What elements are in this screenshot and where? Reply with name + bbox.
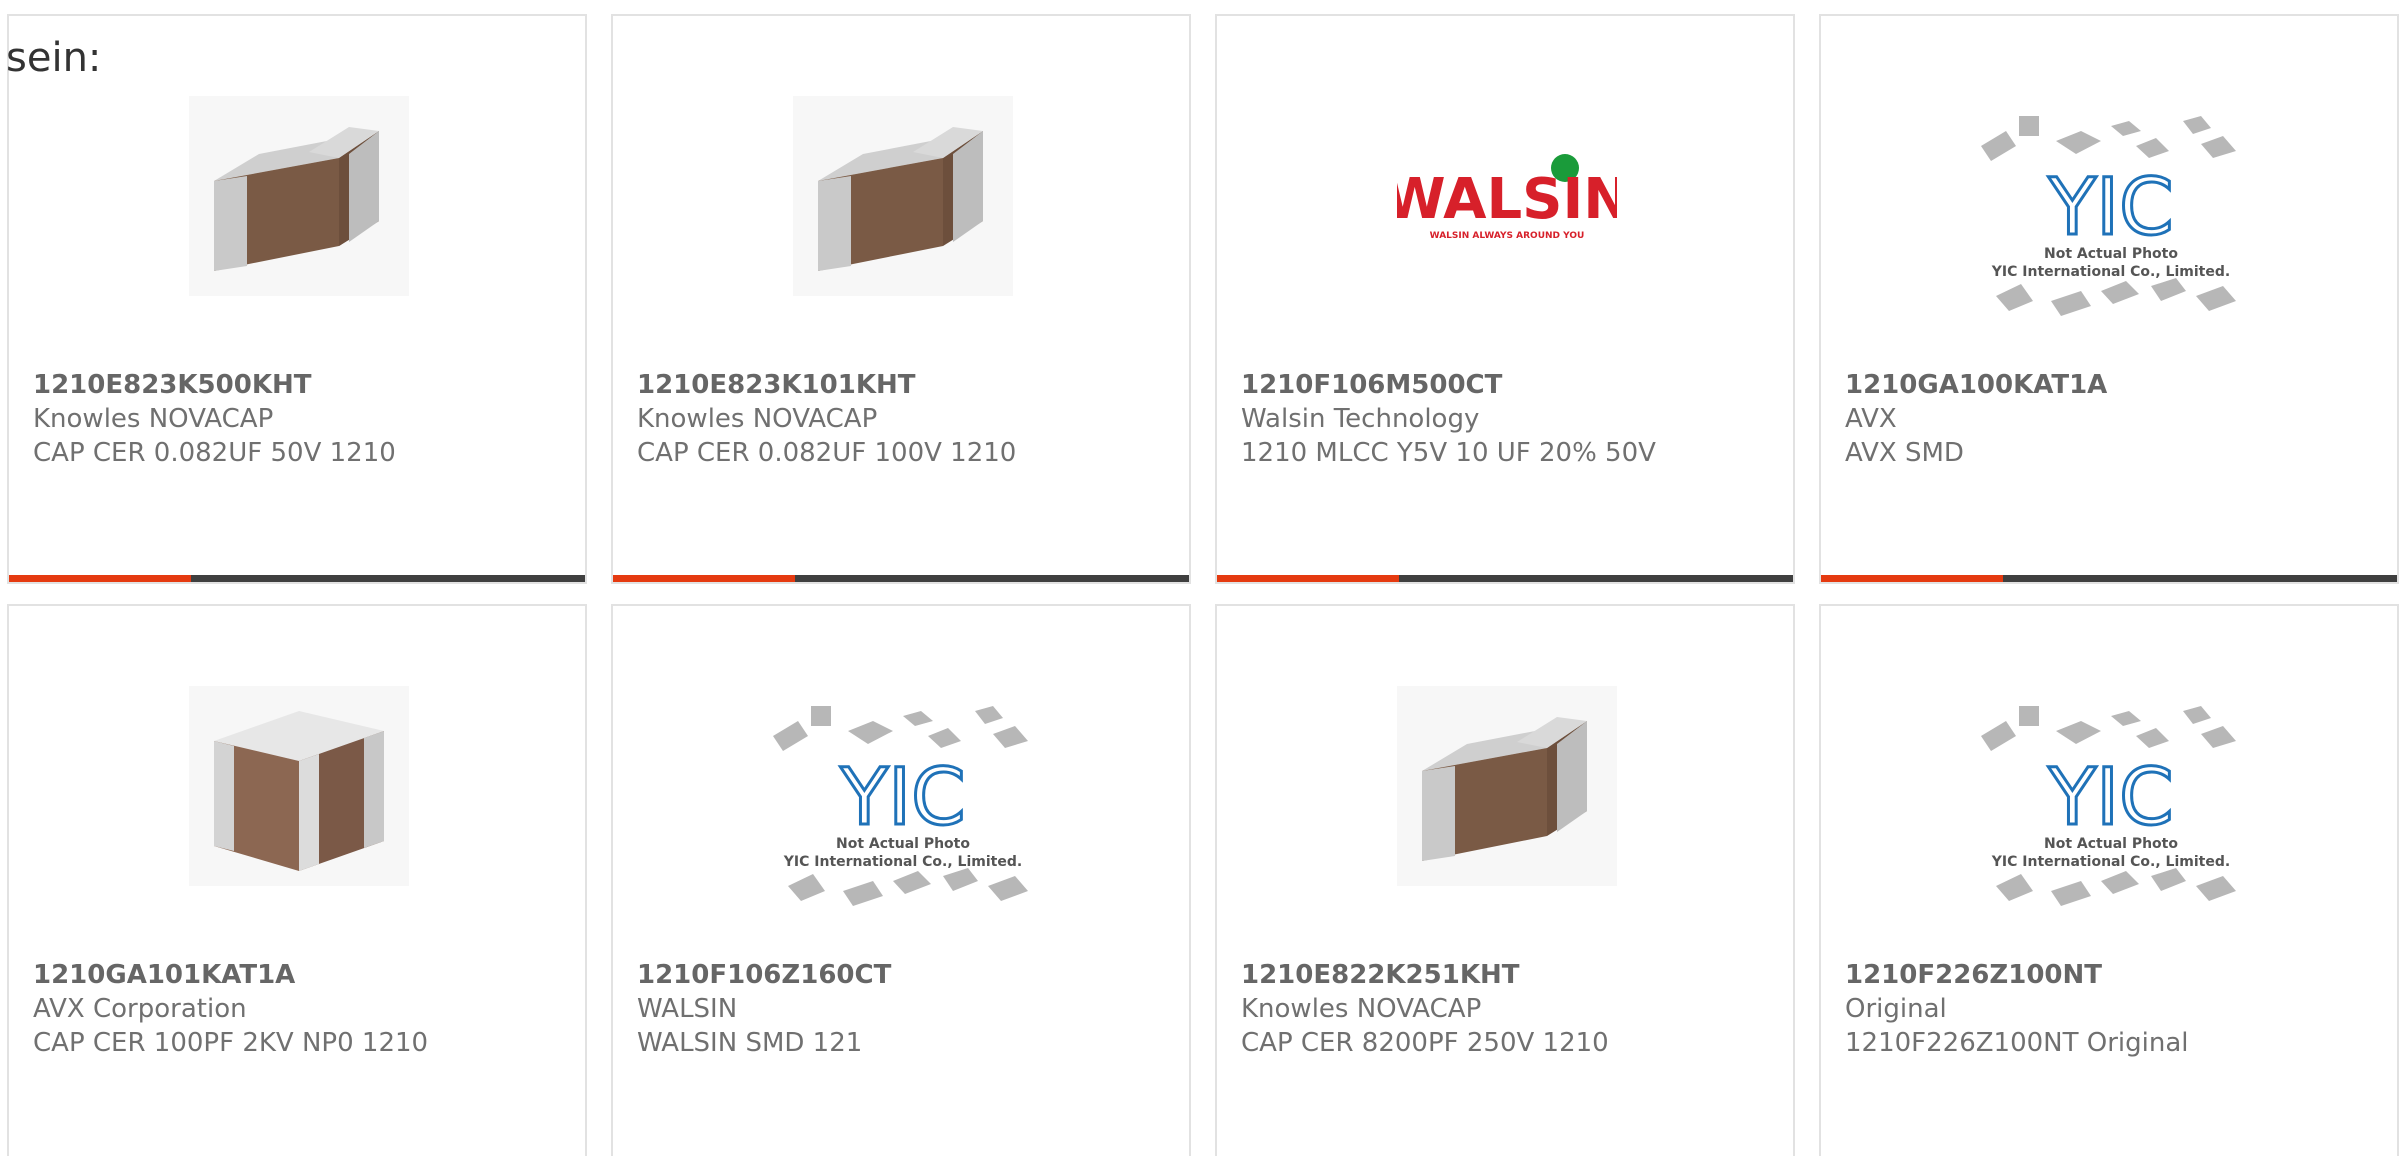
product-image[interactable]: YIC Not Actual Photo YIC International C… [753,686,1053,946]
product-card[interactable]: YIC Not Actual Photo YIC International C… [1819,604,2399,1156]
yic-placeholder-icon: YIC Not Actual Photo YIC International C… [773,706,1028,906]
svg-text:YIC: YIC [2047,753,2173,843]
product-card[interactable]: 1210E823K101KHT Knowles NOVACAP CAP CER … [611,14,1191,584]
product-image[interactable] [1397,676,1617,896]
intro-text: sein: [6,35,102,81]
chip-capacitor-icon [1397,686,1617,886]
part-number[interactable]: 1210E822K251KHT [1241,958,1781,992]
yic-placeholder-icon: YIC Not Actual Photo YIC International C… [1981,116,2236,316]
chip-capacitor-icon [189,686,409,886]
svg-text:YIC: YIC [2047,163,2173,253]
svg-text:YIC International Co., Limited: YIC International Co., Limited. [783,854,1022,870]
card-accent [1821,575,2003,582]
part-number[interactable]: 1210E823K101KHT [637,368,1177,402]
svg-text:Not Actual Photo: Not Actual Photo [2044,246,2178,262]
svg-text:WALSIN ALWAYS AROUND YOU: WALSIN ALWAYS AROUND YOU [1430,231,1585,241]
chip-capacitor-icon [793,96,1013,296]
manufacturer: AVX Corporation [33,994,247,1024]
product-card[interactable]: YIC Not Actual Photo YIC International C… [1819,14,2399,584]
svg-text:YIC International Co., Limited: YIC International Co., Limited. [1991,854,2230,870]
part-number[interactable]: 1210F106Z160CT [637,958,1177,992]
product-image[interactable]: WALSIN WALSIN ALWAYS AROUND YOU [1397,86,1617,306]
chip-capacitor-icon [189,96,409,296]
card-bottom-bar [9,575,585,582]
product-image[interactable] [189,86,409,306]
manufacturer: Knowles NOVACAP [637,404,878,434]
product-image[interactable]: YIC Not Actual Photo YIC International C… [1961,686,2261,946]
product-card[interactable]: WALSIN WALSIN ALWAYS AROUND YOU 1210F106… [1215,14,1795,584]
product-image[interactable] [189,676,409,896]
description: CAP CER 0.082UF 100V 1210 [637,438,1017,468]
product-card[interactable]: 1210GA101KAT1A AVX Corporation CAP CER 1… [7,604,587,1156]
manufacturer: Walsin Technology [1241,404,1480,434]
part-number[interactable]: 1210F106M500CT [1241,368,1781,402]
svg-text:Not Actual Photo: Not Actual Photo [2044,836,2178,852]
manufacturer: AVX [1845,404,1897,434]
description: AVX SMD [1845,438,1964,468]
product-image[interactable]: YIC Not Actual Photo YIC International C… [1961,96,2261,356]
card-bottom-bar [613,575,1189,582]
yic-placeholder-icon: YIC Not Actual Photo YIC International C… [1981,706,2236,906]
card-accent [1217,575,1399,582]
description: CAP CER 0.082UF 50V 1210 [33,438,396,468]
product-card[interactable]: 1210E822K251KHT Knowles NOVACAP CAP CER … [1215,604,1795,1156]
description: CAP CER 100PF 2KV NP0 1210 [33,1028,429,1058]
part-number[interactable]: 1210E823K500KHT [33,368,573,402]
description: CAP CER 8200PF 250V 1210 [1241,1028,1609,1058]
walsin-logo-icon: WALSIN WALSIN ALWAYS AROUND YOU [1397,154,1617,241]
part-number[interactable]: 1210GA100KAT1A [1845,368,2385,402]
manufacturer: Original [1845,994,1947,1024]
card-bottom-bar [1821,575,2397,582]
description: 1210F226Z100NT Original [1845,1028,2189,1058]
card-accent [613,575,795,582]
part-number[interactable]: 1210F226Z100NT [1845,958,2385,992]
product-grid: 1210E823K500KHT Knowles NOVACAP CAP CER … [0,0,2400,1156]
svg-text:YIC: YIC [839,753,965,843]
manufacturer: Knowles NOVACAP [1241,994,1482,1024]
description: 1210 MLCC Y5V 10 UF 20% 50V [1241,438,1656,468]
product-image[interactable] [793,86,1013,306]
svg-text:WALSIN: WALSIN [1397,167,1617,232]
card-bottom-bar [1217,575,1793,582]
card-accent [9,575,191,582]
svg-text:Not Actual Photo: Not Actual Photo [836,836,970,852]
manufacturer: WALSIN [637,994,738,1024]
svg-text:YIC International Co., Limited: YIC International Co., Limited. [1991,264,2230,280]
description: WALSIN SMD 121 [637,1028,863,1058]
product-card[interactable]: 1210E823K500KHT Knowles NOVACAP CAP CER … [7,14,587,584]
product-card[interactable]: YIC Not Actual Photo YIC International C… [611,604,1191,1156]
part-number[interactable]: 1210GA101KAT1A [33,958,573,992]
manufacturer: Knowles NOVACAP [33,404,274,434]
